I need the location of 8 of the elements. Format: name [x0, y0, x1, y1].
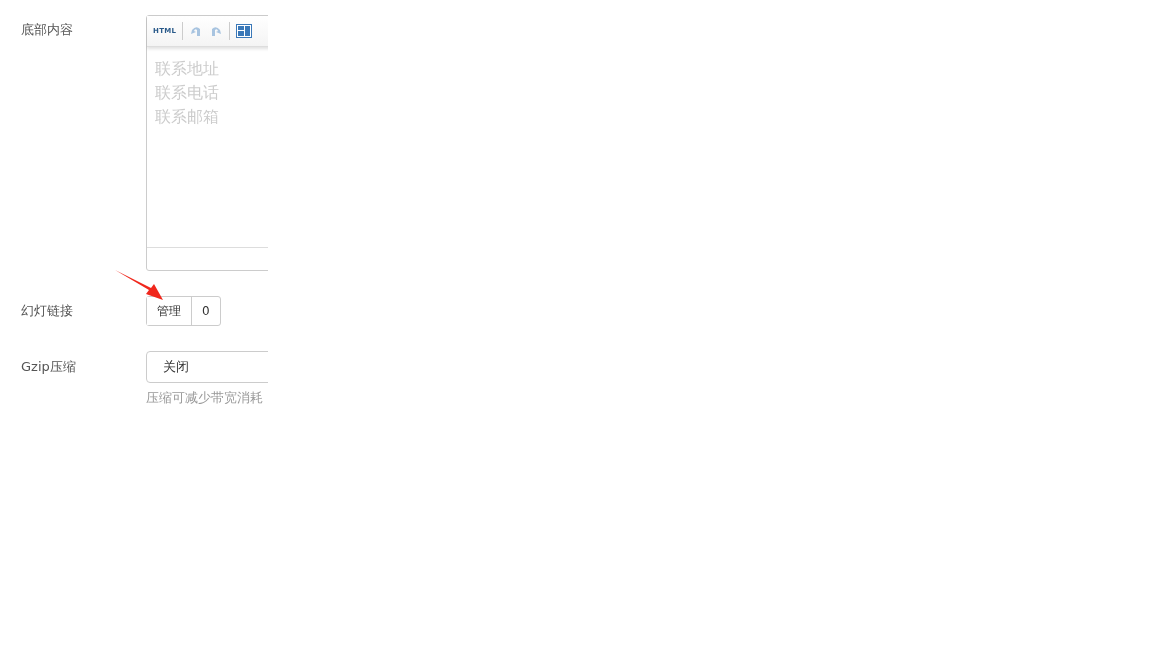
field-label: Gzip压缩	[20, 358, 77, 376]
manage-button[interactable]: 管理	[147, 297, 192, 325]
layout-icon[interactable]	[236, 24, 253, 38]
field-label: 幻灯链接	[20, 302, 74, 320]
field-label: 底部内容	[20, 21, 74, 39]
hint-text: 压缩可减少带宽消耗	[146, 389, 264, 407]
select-field[interactable]: 关闭	[146, 351, 268, 383]
count-label: 0	[201, 303, 211, 320]
